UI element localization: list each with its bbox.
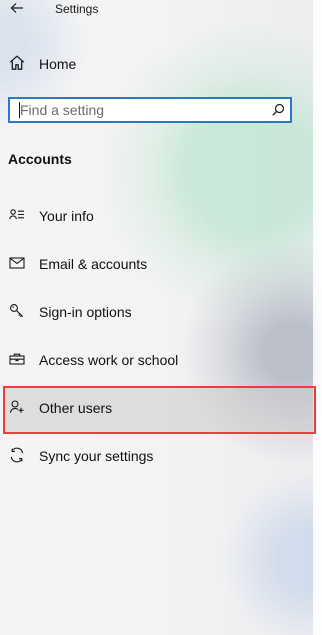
nav-item-access-work-school[interactable]: Access work or school bbox=[0, 337, 313, 385]
nav-label-sign-in-options: Sign-in options bbox=[39, 304, 132, 320]
nav-label-other-users: Other users bbox=[39, 400, 113, 416]
home-icon bbox=[7, 53, 27, 73]
window-title: Settings bbox=[55, 2, 99, 16]
nav-label-sync-settings: Sync your settings bbox=[39, 448, 154, 464]
nav-item-your-info[interactable]: Your info bbox=[0, 193, 313, 241]
nav-item-other-users[interactable]: Other users bbox=[3, 386, 316, 434]
nav-label-email-accounts: Email & accounts bbox=[39, 256, 148, 272]
back-arrow-icon bbox=[9, 0, 25, 16]
person-add-icon bbox=[7, 397, 27, 417]
nav-item-sync-settings[interactable]: Sync your settings bbox=[0, 433, 313, 481]
title-bar: Settings bbox=[0, 0, 313, 20]
your-info-icon bbox=[7, 205, 27, 225]
sync-icon bbox=[7, 445, 27, 465]
back-button[interactable] bbox=[6, 0, 28, 19]
nav-label-access-work-school: Access work or school bbox=[39, 352, 179, 368]
nav-item-email-accounts[interactable]: Email & accounts bbox=[0, 241, 313, 289]
search-icon[interactable] bbox=[270, 102, 286, 118]
nav-label-your-info: Your info bbox=[39, 208, 94, 224]
search-input[interactable] bbox=[12, 100, 272, 120]
settings-window: Settings Home Accounts Your info bbox=[0, 0, 322, 635]
home-nav-item[interactable]: Home bbox=[0, 41, 313, 89]
briefcase-icon bbox=[7, 349, 27, 369]
section-heading: Accounts bbox=[8, 151, 72, 167]
window-edge bbox=[313, 0, 322, 635]
nav-item-sign-in-options[interactable]: Sign-in options bbox=[0, 289, 313, 337]
mail-icon bbox=[7, 253, 27, 273]
key-icon bbox=[7, 301, 27, 321]
home-label: Home bbox=[39, 56, 77, 72]
search-box[interactable] bbox=[8, 97, 292, 123]
text-cursor bbox=[19, 102, 20, 118]
